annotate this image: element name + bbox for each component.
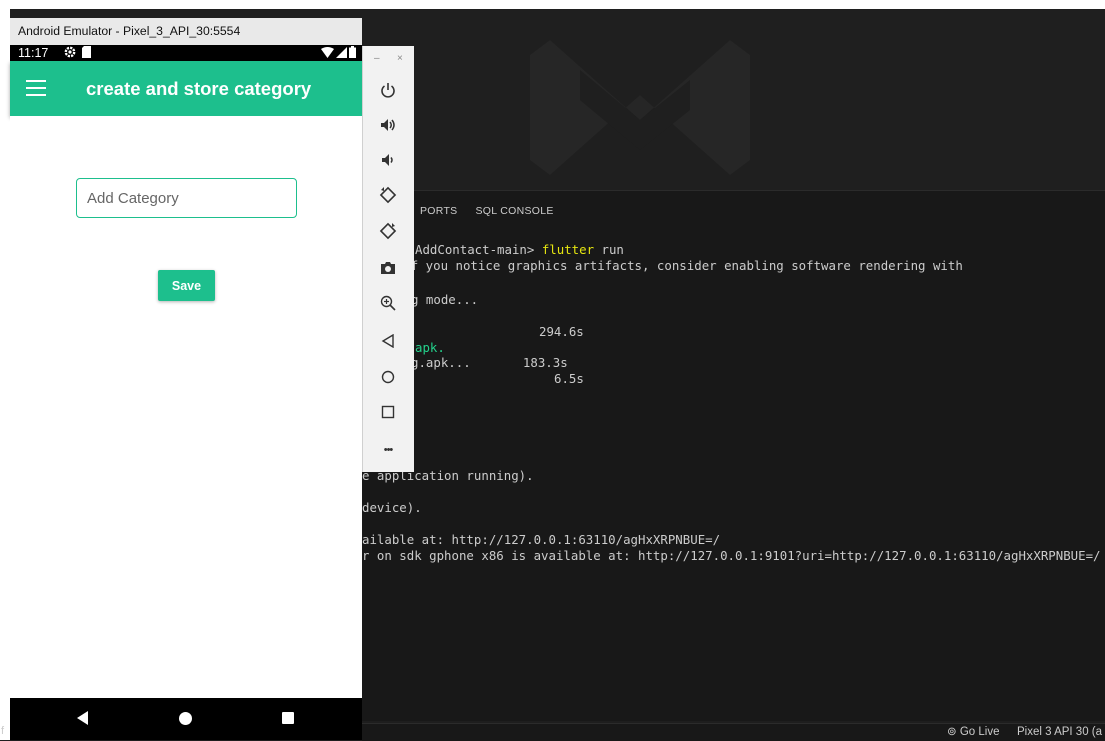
add-category-input[interactable]: [76, 178, 297, 218]
terminal-line: device).: [362, 500, 422, 515]
command-args: run: [594, 242, 624, 257]
hamburger-menu-icon[interactable]: [26, 80, 46, 96]
app-bar: create and store category: [10, 61, 362, 116]
save-button[interactable]: Save: [158, 270, 215, 301]
rotate-left-icon[interactable]: [375, 183, 401, 207]
emulator-side-toolbar: – × •••: [362, 46, 414, 472]
left-edge: [0, 0, 10, 740]
recents-icon[interactable]: [282, 712, 294, 724]
settings-gear-icon: [64, 46, 76, 58]
app-content: Save: [10, 116, 362, 698]
terminal-line: ailable at: http://127.0.0.1:63110/agHxX…: [362, 532, 721, 547]
terminal-line: apk.: [415, 340, 445, 355]
terminal-line: 294.6s: [539, 324, 584, 339]
emulator-title-bar[interactable]: Android Emulator - Pixel_3_API_30:5554: [10, 18, 362, 45]
phone-status-bar: 11:17: [10, 45, 362, 61]
battery-icon: [349, 46, 356, 58]
terminal-line: AddContact-main> flutter run: [415, 242, 624, 258]
command-text: flutter: [541, 242, 595, 257]
emulator-window: Android Emulator - Pixel_3_API_30:5554 1…: [10, 18, 362, 740]
volume-up-icon[interactable]: [375, 113, 401, 137]
prompt-text: AddContact-main>: [415, 242, 542, 257]
close-button[interactable]: ×: [397, 53, 403, 64]
terminal-line: g.apk... 183.3s: [411, 355, 568, 370]
camera-icon[interactable]: [375, 256, 401, 280]
broadcast-icon: ⊚: [947, 726, 960, 738]
terminal-line: 6.5s: [554, 371, 584, 386]
more-options-icon[interactable]: •••: [375, 438, 401, 462]
status-left-text: f: [1, 725, 5, 737]
page-title: create and store category: [86, 78, 312, 99]
go-live-button[interactable]: ⊚ Go Live: [947, 724, 999, 741]
terminal-line: g mode...: [411, 292, 479, 307]
terminal-line: :86. If you notice graphics artifacts, c…: [366, 258, 963, 273]
android-nav-bar: [10, 698, 362, 740]
zoom-icon[interactable]: [375, 291, 401, 315]
terminal-line: r on sdk gphone x86 is available at: htt…: [362, 548, 1101, 563]
vscode-status-bar: ⊚ Go Live Pixel 3 API 30 (a: [362, 723, 1105, 741]
overview-square-icon[interactable]: [375, 400, 401, 424]
device-selector[interactable]: Pixel 3 API 30 (a: [1017, 724, 1102, 741]
terminal-output[interactable]: AddContact-main> flutter run :86. If you…: [362, 191, 1105, 721]
wifi-icon: [321, 46, 334, 58]
power-icon[interactable]: [375, 78, 401, 102]
minimize-button[interactable]: –: [374, 53, 380, 64]
signal-icon: [336, 46, 347, 58]
rotate-right-icon[interactable]: [375, 219, 401, 243]
home-icon[interactable]: [179, 712, 192, 725]
terminal-panel: PORTS SQL CONSOLE AddContact-main> flutt…: [362, 190, 1105, 721]
go-live-label: Go Live: [959, 726, 1000, 738]
status-time: 11:17: [18, 46, 49, 60]
back-triangle-icon[interactable]: [375, 329, 401, 353]
sd-card-icon: [82, 46, 91, 58]
home-circle-icon[interactable]: [375, 365, 401, 389]
volume-down-icon[interactable]: [375, 148, 401, 172]
back-icon[interactable]: [77, 711, 88, 725]
vscode-logo-watermark-icon: [530, 40, 750, 175]
